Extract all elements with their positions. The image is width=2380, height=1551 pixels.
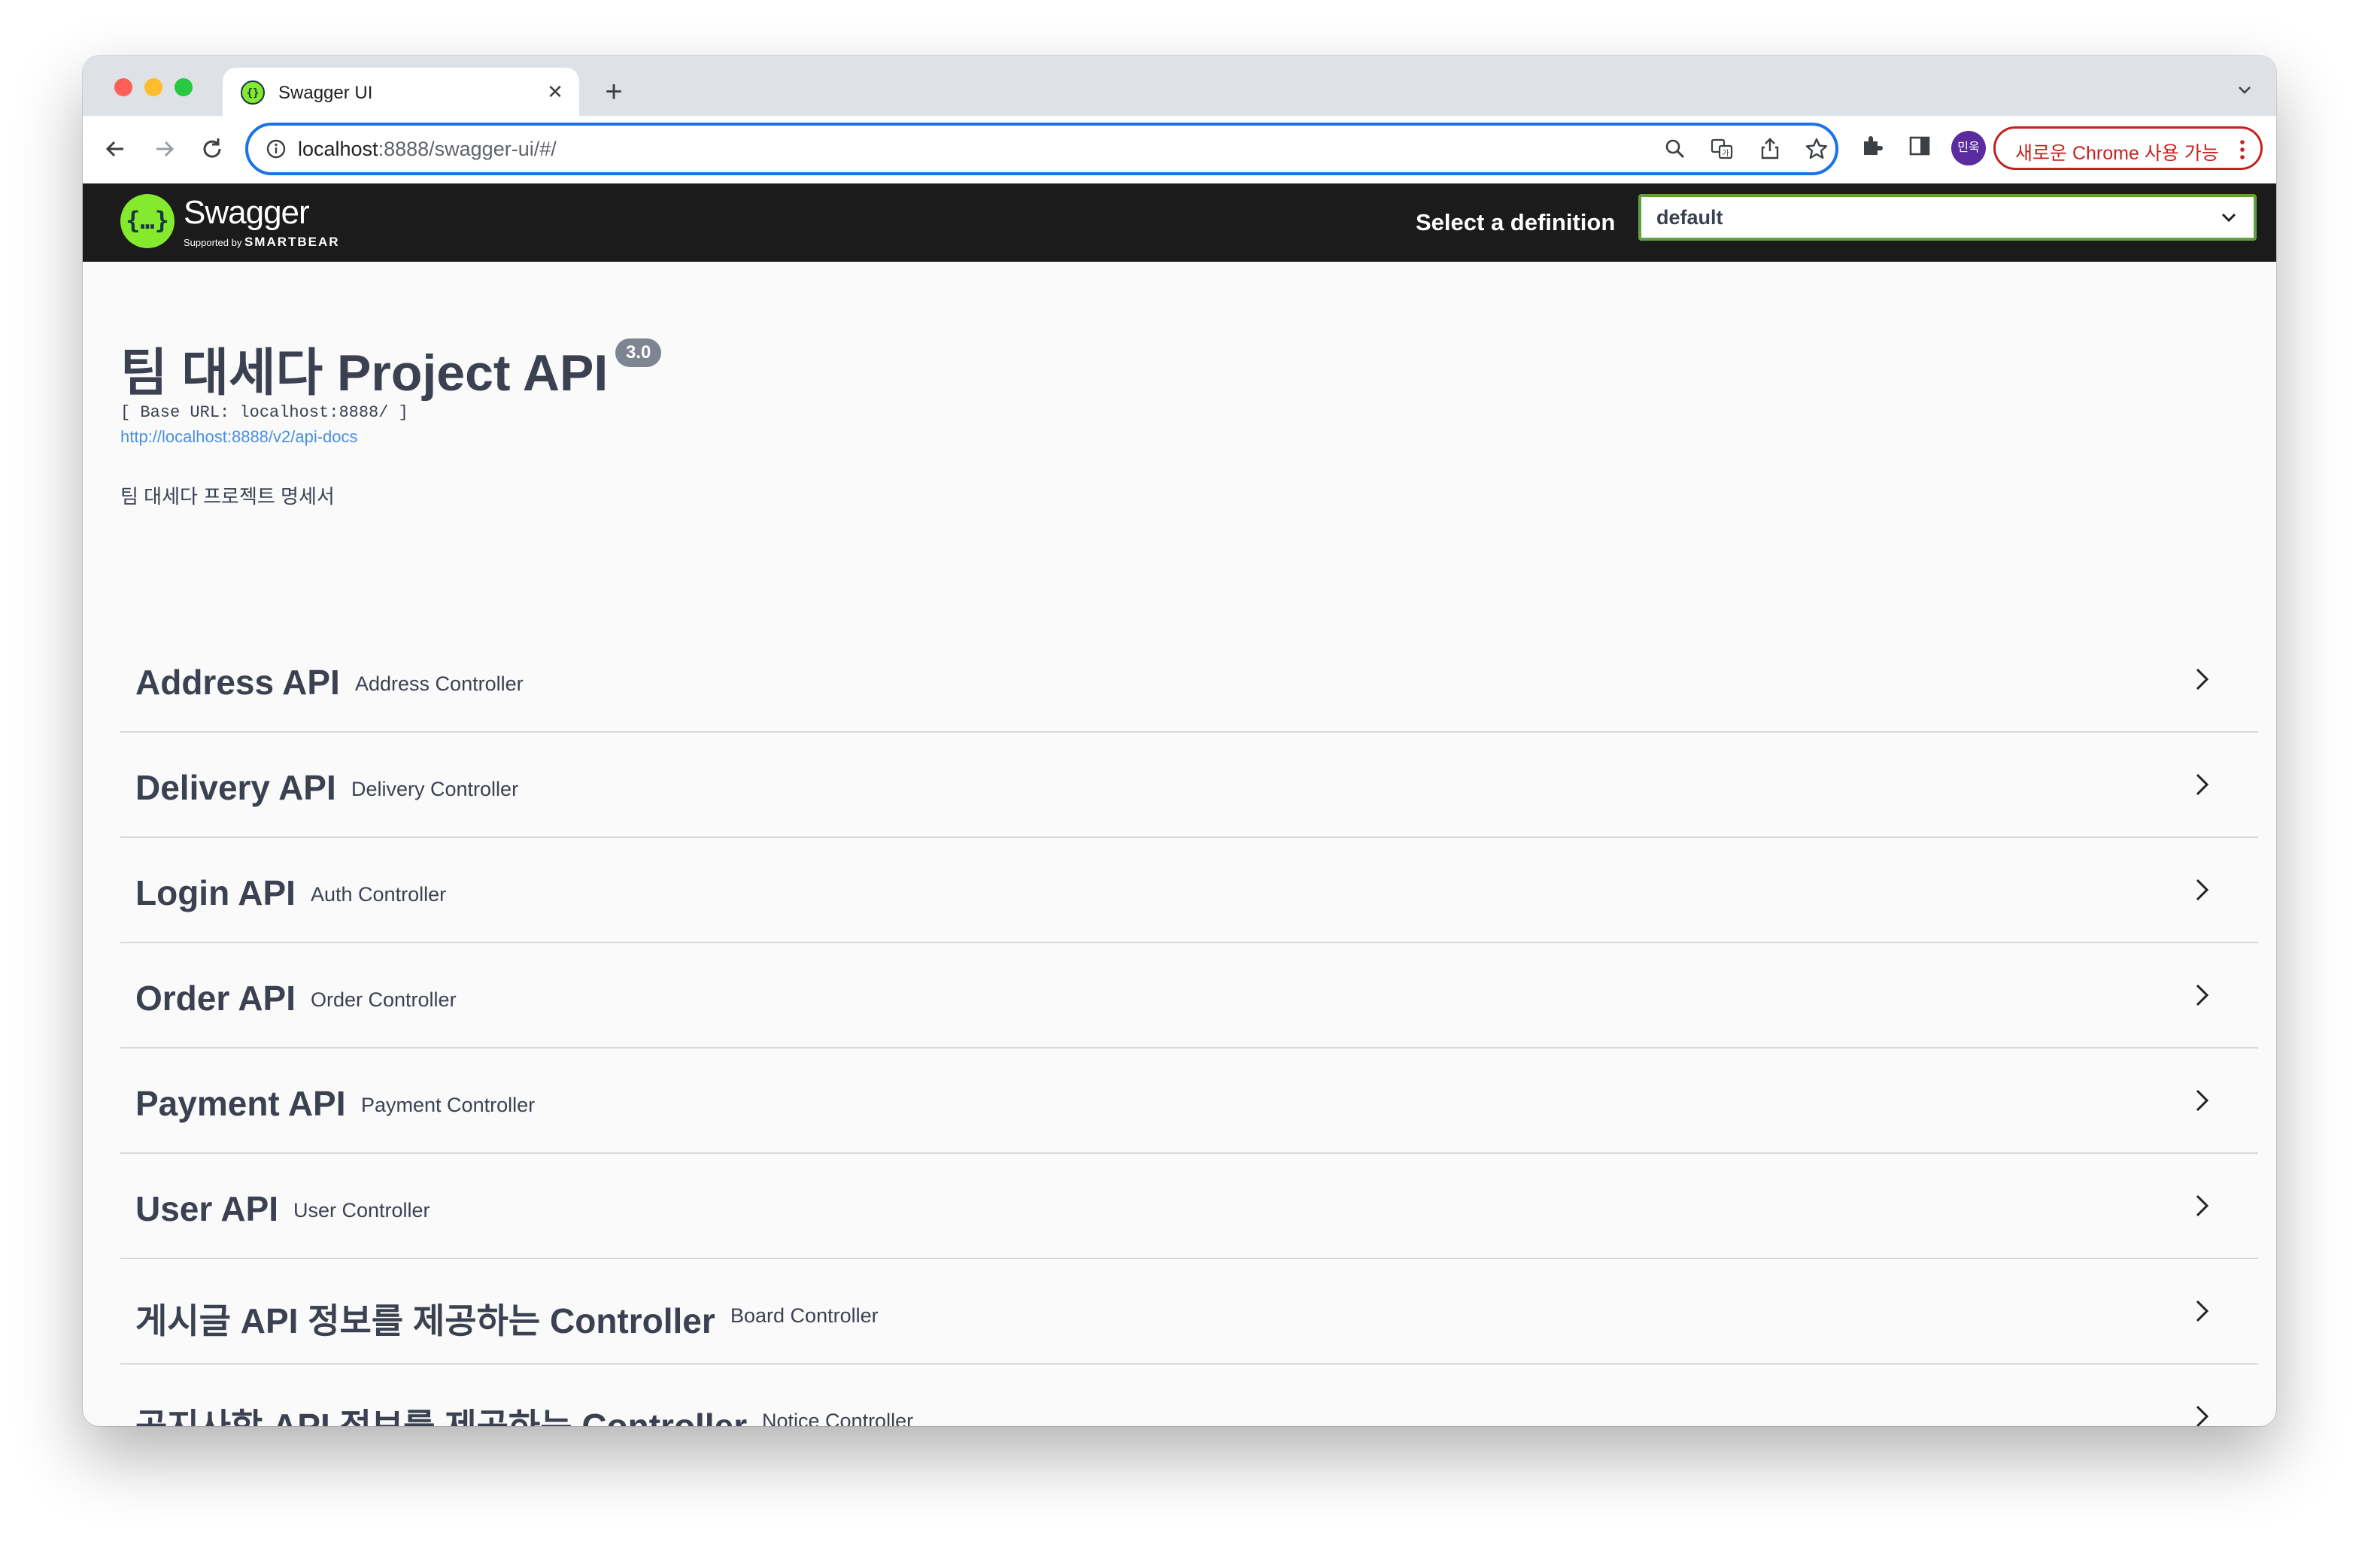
api-title: 팀 대세다 Project API [120,344,609,402]
tag-description: Order Controller [311,988,457,1011]
tag-name: Delivery API [135,768,336,807]
tag-name: 게시글 API 정보를 제공하는 Controller [135,1301,715,1340]
url-text: localhost:8888/swagger-ui/#/ [298,138,557,161]
definition-select[interactable]: default [1638,194,2257,241]
tag-name: 공지사항 API 정보를 제공하는 Controller [135,1407,748,1426]
tag-description: Payment Controller [361,1094,536,1116]
translate-icon[interactable]: 가 [1709,136,1735,162]
tag-name: User API [135,1189,279,1228]
swagger-topbar: {…} Swagger Supported by SMARTBEAR Selec… [83,184,2276,262]
tag-section[interactable]: 게시글 API 정보를 제공하는 Controller Board Control… [120,1259,2258,1364]
tag-section[interactable]: User API User Controller [120,1154,2258,1259]
close-window-button[interactable] [114,78,132,96]
tag-description: Delivery Controller [351,778,519,800]
maximize-window-button[interactable] [175,78,193,96]
api-docs-link[interactable]: http://localhost:8888/v2/api-docs [120,427,358,447]
tag-description: Board Controller [730,1304,879,1327]
url-path: :8888/swagger-ui/#/ [378,138,557,160]
tag-section[interactable]: Login API Auth Controller [120,838,2258,943]
definition-label: Select a definition [1416,209,1616,235]
chevron-right-icon[interactable] [2189,877,2215,903]
extensions-icon[interactable] [1858,132,1885,159]
svg-text:가: 가 [1722,149,1729,158]
tag-section[interactable]: 공지사항 API 정보를 제공하는 Controller Notice Contr… [120,1364,2258,1426]
definition-value: default [1656,206,1723,229]
chevron-right-icon[interactable] [2189,1088,2215,1113]
star-icon[interactable] [1804,136,1829,162]
svg-text:{…}: {…} [126,206,169,235]
svg-text:{}: {} [247,87,260,99]
zoom-icon[interactable] [1662,136,1688,162]
tab-search-chevron-icon[interactable] [2236,81,2254,99]
api-description: 팀 대세다 프로젝트 명세서 [120,485,335,508]
share-icon[interactable] [1757,136,1783,162]
menu-dots-icon [2240,140,2245,159]
profile-avatar[interactable]: 민욱 [1951,131,1986,165]
site-info-icon[interactable] [265,138,287,160]
tag-description: Auth Controller [311,883,447,906]
brand-sub-prefix: Supported by [184,237,242,248]
chevron-right-icon[interactable] [2189,772,2215,797]
tab-strip: {} Swagger UI ✕ + [83,56,2276,116]
brand-sub-name: SMARTBEAR [244,235,340,249]
tag-list: Address API Address Controller Delivery AP… [120,627,2258,1426]
minimize-window-button[interactable] [144,78,162,96]
tag-section[interactable]: Order API Order Controller [120,943,2258,1049]
side-panel-icon[interactable] [1906,132,1933,159]
tag-name: Order API [135,979,296,1018]
update-label: 새로운 Chrome 사용 가능 [2015,143,2219,164]
chevron-down-icon [2221,213,2236,223]
url-host: localhost [298,138,378,160]
tag-description: User Controller [293,1199,430,1222]
browser-window: {} Swagger UI ✕ + localhost:8888/swagger… [83,56,2276,1426]
tag-section[interactable]: Delivery API Delivery Controller [120,733,2258,838]
address-bar[interactable]: localhost:8888/swagger-ui/#/ 가 [245,123,1838,175]
tab-title: Swagger UI [278,83,373,103]
forward-icon[interactable] [149,134,179,164]
tag-section[interactable]: Payment API Payment Controller [120,1049,2258,1154]
window-controls [114,78,193,96]
back-icon[interactable] [101,134,131,164]
tag-description: Address Controller [355,672,524,695]
swagger-logo-icon[interactable]: {…} [120,194,175,248]
tab-close-icon[interactable]: ✕ [545,81,566,102]
tag-section[interactable]: Address API Address Controller [120,627,2258,733]
swagger-brand: Swagger [184,194,310,231]
chevron-right-icon[interactable] [2189,666,2215,692]
reload-icon[interactable] [197,134,227,164]
tag-name: Payment API [135,1084,346,1123]
swagger-brand-sub: Supported by SMARTBEAR [184,235,340,250]
chevron-right-icon[interactable] [2189,1298,2215,1324]
swagger-favicon-icon: {} [241,80,265,105]
base-url: [ Base URL: localhost:8888/ ] [120,403,408,422]
chrome-update-button[interactable]: 새로운 Chrome 사용 가능 [1993,126,2263,170]
tag-name: Address API [135,663,340,702]
version-badge: 3.0 [615,338,662,367]
tag-description: Notice Controller [762,1410,914,1426]
new-tab-button[interactable]: + [599,77,629,107]
tab-swagger-ui[interactable]: {} Swagger UI ✕ [223,68,579,116]
chevron-right-icon[interactable] [2189,982,2215,1008]
chevron-right-icon[interactable] [2189,1193,2215,1219]
browser-toolbar: localhost:8888/swagger-ui/#/ 가 민욱 새로운 Ch… [83,116,2276,184]
tag-name: Login API [135,873,296,912]
chevron-right-icon[interactable] [2189,1404,2215,1426]
